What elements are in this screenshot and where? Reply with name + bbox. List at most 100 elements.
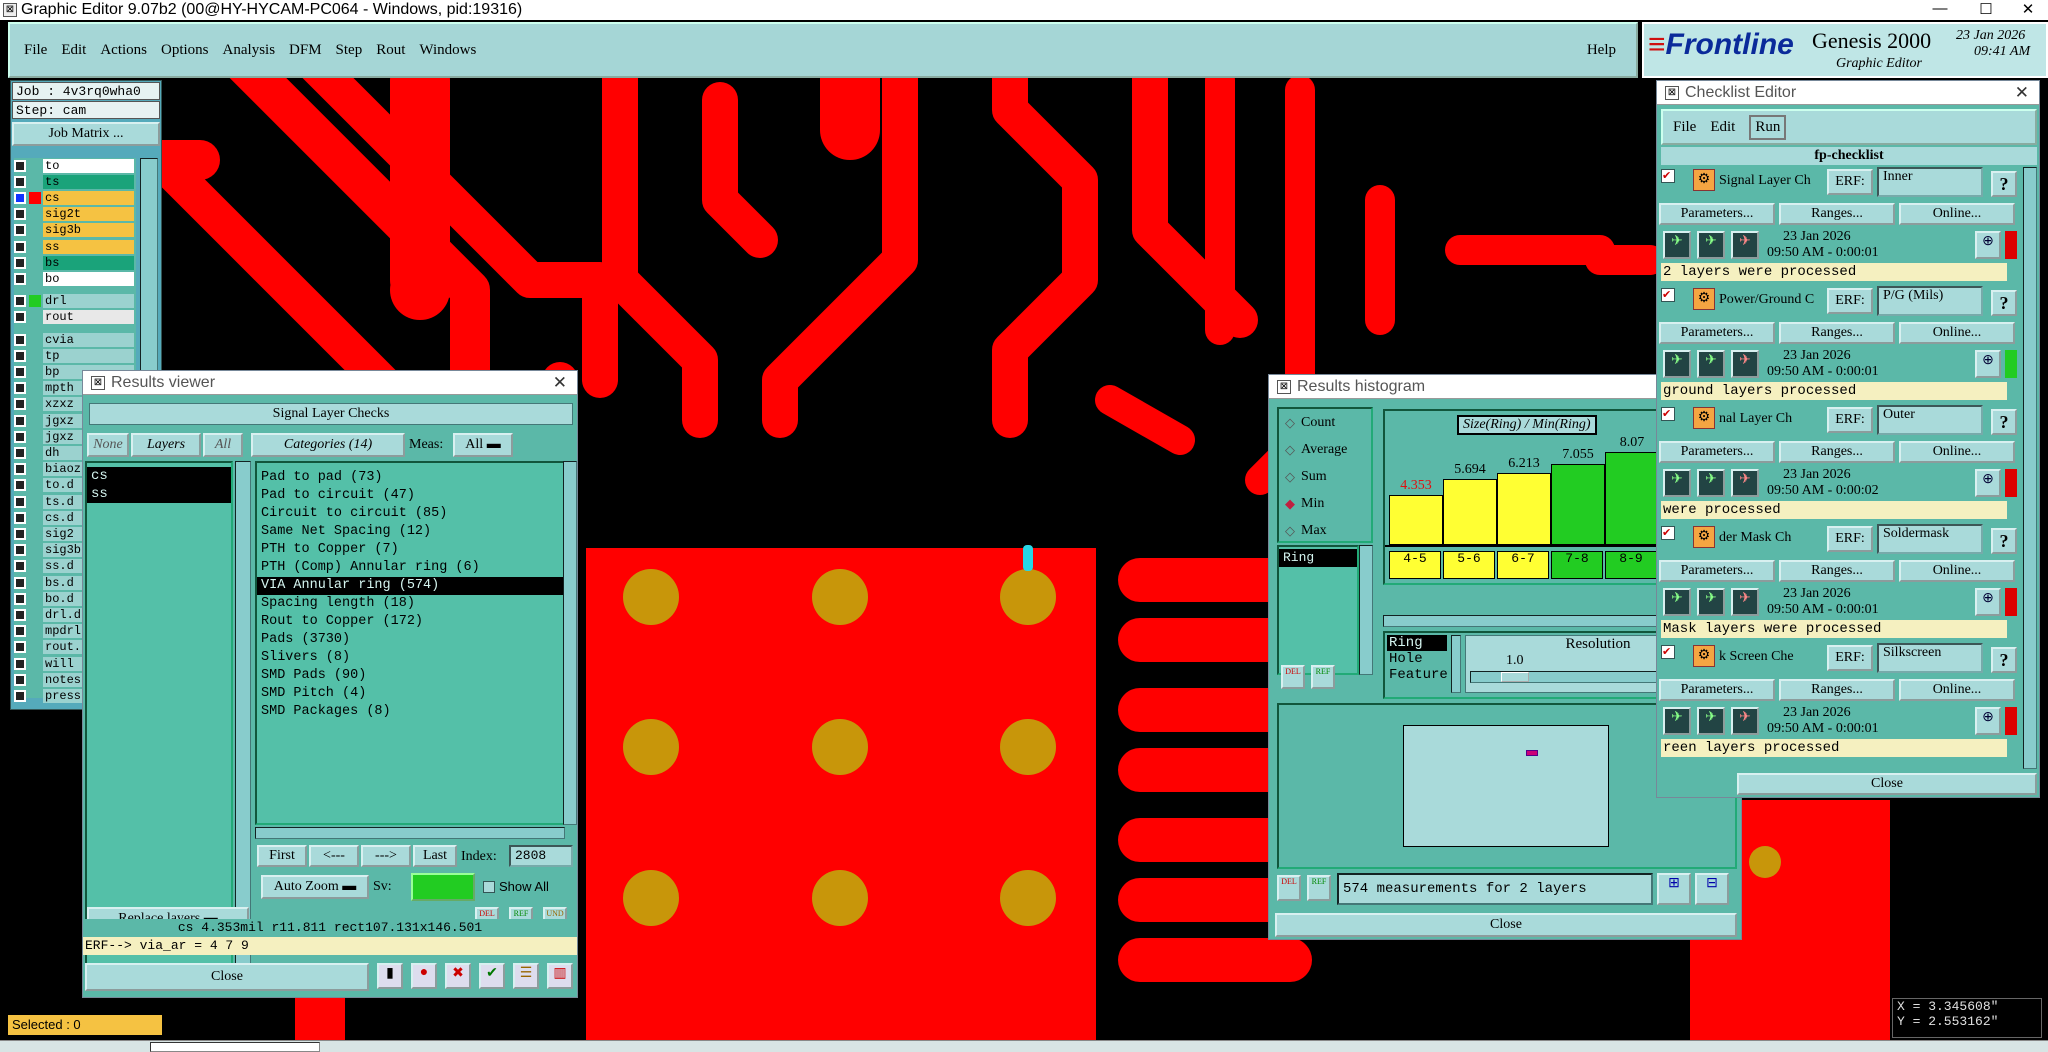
cross-icon[interactable]: ✖ [445,963,471,989]
category-item[interactable]: Same Net Spacing (12) [257,523,563,541]
histogram-bar[interactable] [1443,479,1497,545]
layer-row[interactable]: cs [14,190,134,205]
zoom-icon[interactable]: ⊕ [1975,469,2001,497]
help-icon[interactable]: ? [1991,290,2017,316]
stop-icon[interactable]: ✈ [1731,469,1759,497]
layer-checkbox[interactable] [14,544,26,557]
layer-checkbox[interactable] [14,657,26,670]
online-button[interactable]: Online... [1899,679,2015,701]
close-button[interactable]: Close [1737,773,2037,795]
layer-checkbox[interactable] [14,689,26,702]
check-enable-checkbox[interactable]: ✔ [1661,169,1675,183]
stop-icon[interactable]: ✈ [1731,231,1759,259]
none-button[interactable]: None [87,433,129,457]
sv-color-dropdown[interactable] [411,873,475,901]
zoom-in-icon[interactable]: ⊞ [1657,873,1691,905]
layer-row[interactable]: sig3b [14,223,134,238]
prev-button[interactable]: <--- [309,845,359,867]
mode-radio-sum[interactable]: ◇ Sum [1285,469,1327,485]
close-button[interactable]: Close [1275,913,1737,937]
slider-thumb[interactable] [1501,672,1529,682]
erf-value[interactable]: Outer [1877,405,1983,435]
parameters-button[interactable]: Parameters... [1659,679,1775,701]
category-item[interactable]: SMD Packages (8) [257,703,563,721]
job-matrix-button[interactable]: Job Matrix ... [12,122,160,146]
preview-area[interactable] [1403,725,1609,847]
menu-file[interactable]: File [24,42,47,59]
layer-checkbox[interactable] [14,495,26,508]
parameters-button[interactable]: Parameters... [1659,441,1775,463]
stop-icon[interactable]: ✈ [1731,350,1759,378]
all-button[interactable]: All [203,433,243,457]
menu-file[interactable]: File [1673,119,1696,136]
layer-checkbox[interactable] [14,295,26,308]
layer-checkbox[interactable] [14,382,26,395]
del-icon[interactable]: DEL [1277,875,1301,901]
layer-checkbox[interactable] [14,159,26,172]
zoom-icon[interactable]: ⊕ [1975,231,2001,259]
category-item[interactable]: Pad to circuit (47) [257,487,563,505]
checklist-scrollbar[interactable] [2023,167,2037,769]
online-button[interactable]: Online... [1899,322,2015,344]
last-button[interactable]: Last [413,845,457,867]
list-item[interactable]: Ring [1279,549,1357,567]
category-item[interactable]: SMD Pads (90) [257,667,563,685]
layer-row[interactable]: ts [14,174,134,189]
category-hscroll[interactable] [255,827,565,839]
stop-icon[interactable]: ✈ [1731,588,1759,616]
menu-step[interactable]: Step [336,42,363,59]
layer-checkbox[interactable] [14,398,26,411]
next-button[interactable]: ---> [361,845,411,867]
layer-row[interactable]: ss [14,239,134,254]
feature-scrollbar[interactable] [1451,635,1461,693]
mode-radio-count[interactable]: ◇ Count [1285,415,1335,431]
run-icon[interactable]: ✈ [1663,707,1691,735]
help-icon[interactable]: ? [1991,171,2017,197]
layer-row[interactable]: drl [14,294,134,309]
layer-checkbox[interactable] [14,224,26,237]
category-item[interactable]: PTH (Comp) Annular ring (6) [257,559,563,577]
close-icon[interactable]: ✕ [2015,83,2029,103]
histogram-bar[interactable] [1551,463,1605,545]
layer-checkbox[interactable] [14,608,26,621]
layer-checkbox[interactable] [14,673,26,686]
histogram-item-list[interactable]: Ring [1277,545,1359,675]
layer-row[interactable]: rout [14,310,134,325]
menu-run[interactable]: Run [1749,114,1787,140]
parameters-button[interactable]: Parameters... [1659,322,1775,344]
erf-value[interactable]: Silkscreen [1877,643,1983,673]
ref-icon[interactable]: REF [1311,665,1335,689]
close-icon[interactable]: ✕ [2008,0,2048,18]
category-list[interactable]: Pad to pad (73) Pad to circuit (47) Circui… [255,461,565,825]
layer-checkbox[interactable] [14,365,26,378]
layer-checkbox[interactable] [14,625,26,638]
layer-checkbox[interactable] [14,576,26,589]
menu-options[interactable]: Options [161,42,209,59]
menu-edit[interactable]: Edit [1710,119,1735,136]
layer-checkbox[interactable] [14,349,26,362]
list-item[interactable]: ss [87,485,231,503]
online-button[interactable]: Online... [1899,560,2015,582]
layer-checkbox[interactable] [14,256,26,269]
show-all-checkbox[interactable]: Show All [483,879,549,894]
auto-zoom-dropdown[interactable]: Auto Zoom ▬ [261,875,369,899]
layer-checkbox[interactable] [14,560,26,573]
menu-help[interactable]: Help [1587,42,1616,59]
list-item[interactable]: cs [87,467,231,485]
layer-row[interactable]: bo [14,271,134,286]
histogram-bar[interactable] [1497,473,1551,545]
layer-row[interactable]: to [14,158,134,173]
feature-option[interactable]: Hole [1387,651,1447,667]
run-all-icon[interactable]: ✈ [1697,231,1725,259]
category-item[interactable]: Spacing length (18) [257,595,563,613]
layer-row[interactable]: bs [14,255,134,270]
layer-checkbox[interactable] [14,175,26,188]
layer-checkbox[interactable] [14,446,26,459]
run-icon[interactable]: ✈ [1663,350,1691,378]
layer-row[interactable]: tp [14,348,134,363]
histogram-bar[interactable] [1389,494,1443,545]
category-item[interactable]: SMD Pitch (4) [257,685,563,703]
category-item[interactable]: Pad to pad (73) [257,469,563,487]
menu-edit[interactable]: Edit [61,42,86,59]
ranges-button[interactable]: Ranges... [1779,441,1895,463]
